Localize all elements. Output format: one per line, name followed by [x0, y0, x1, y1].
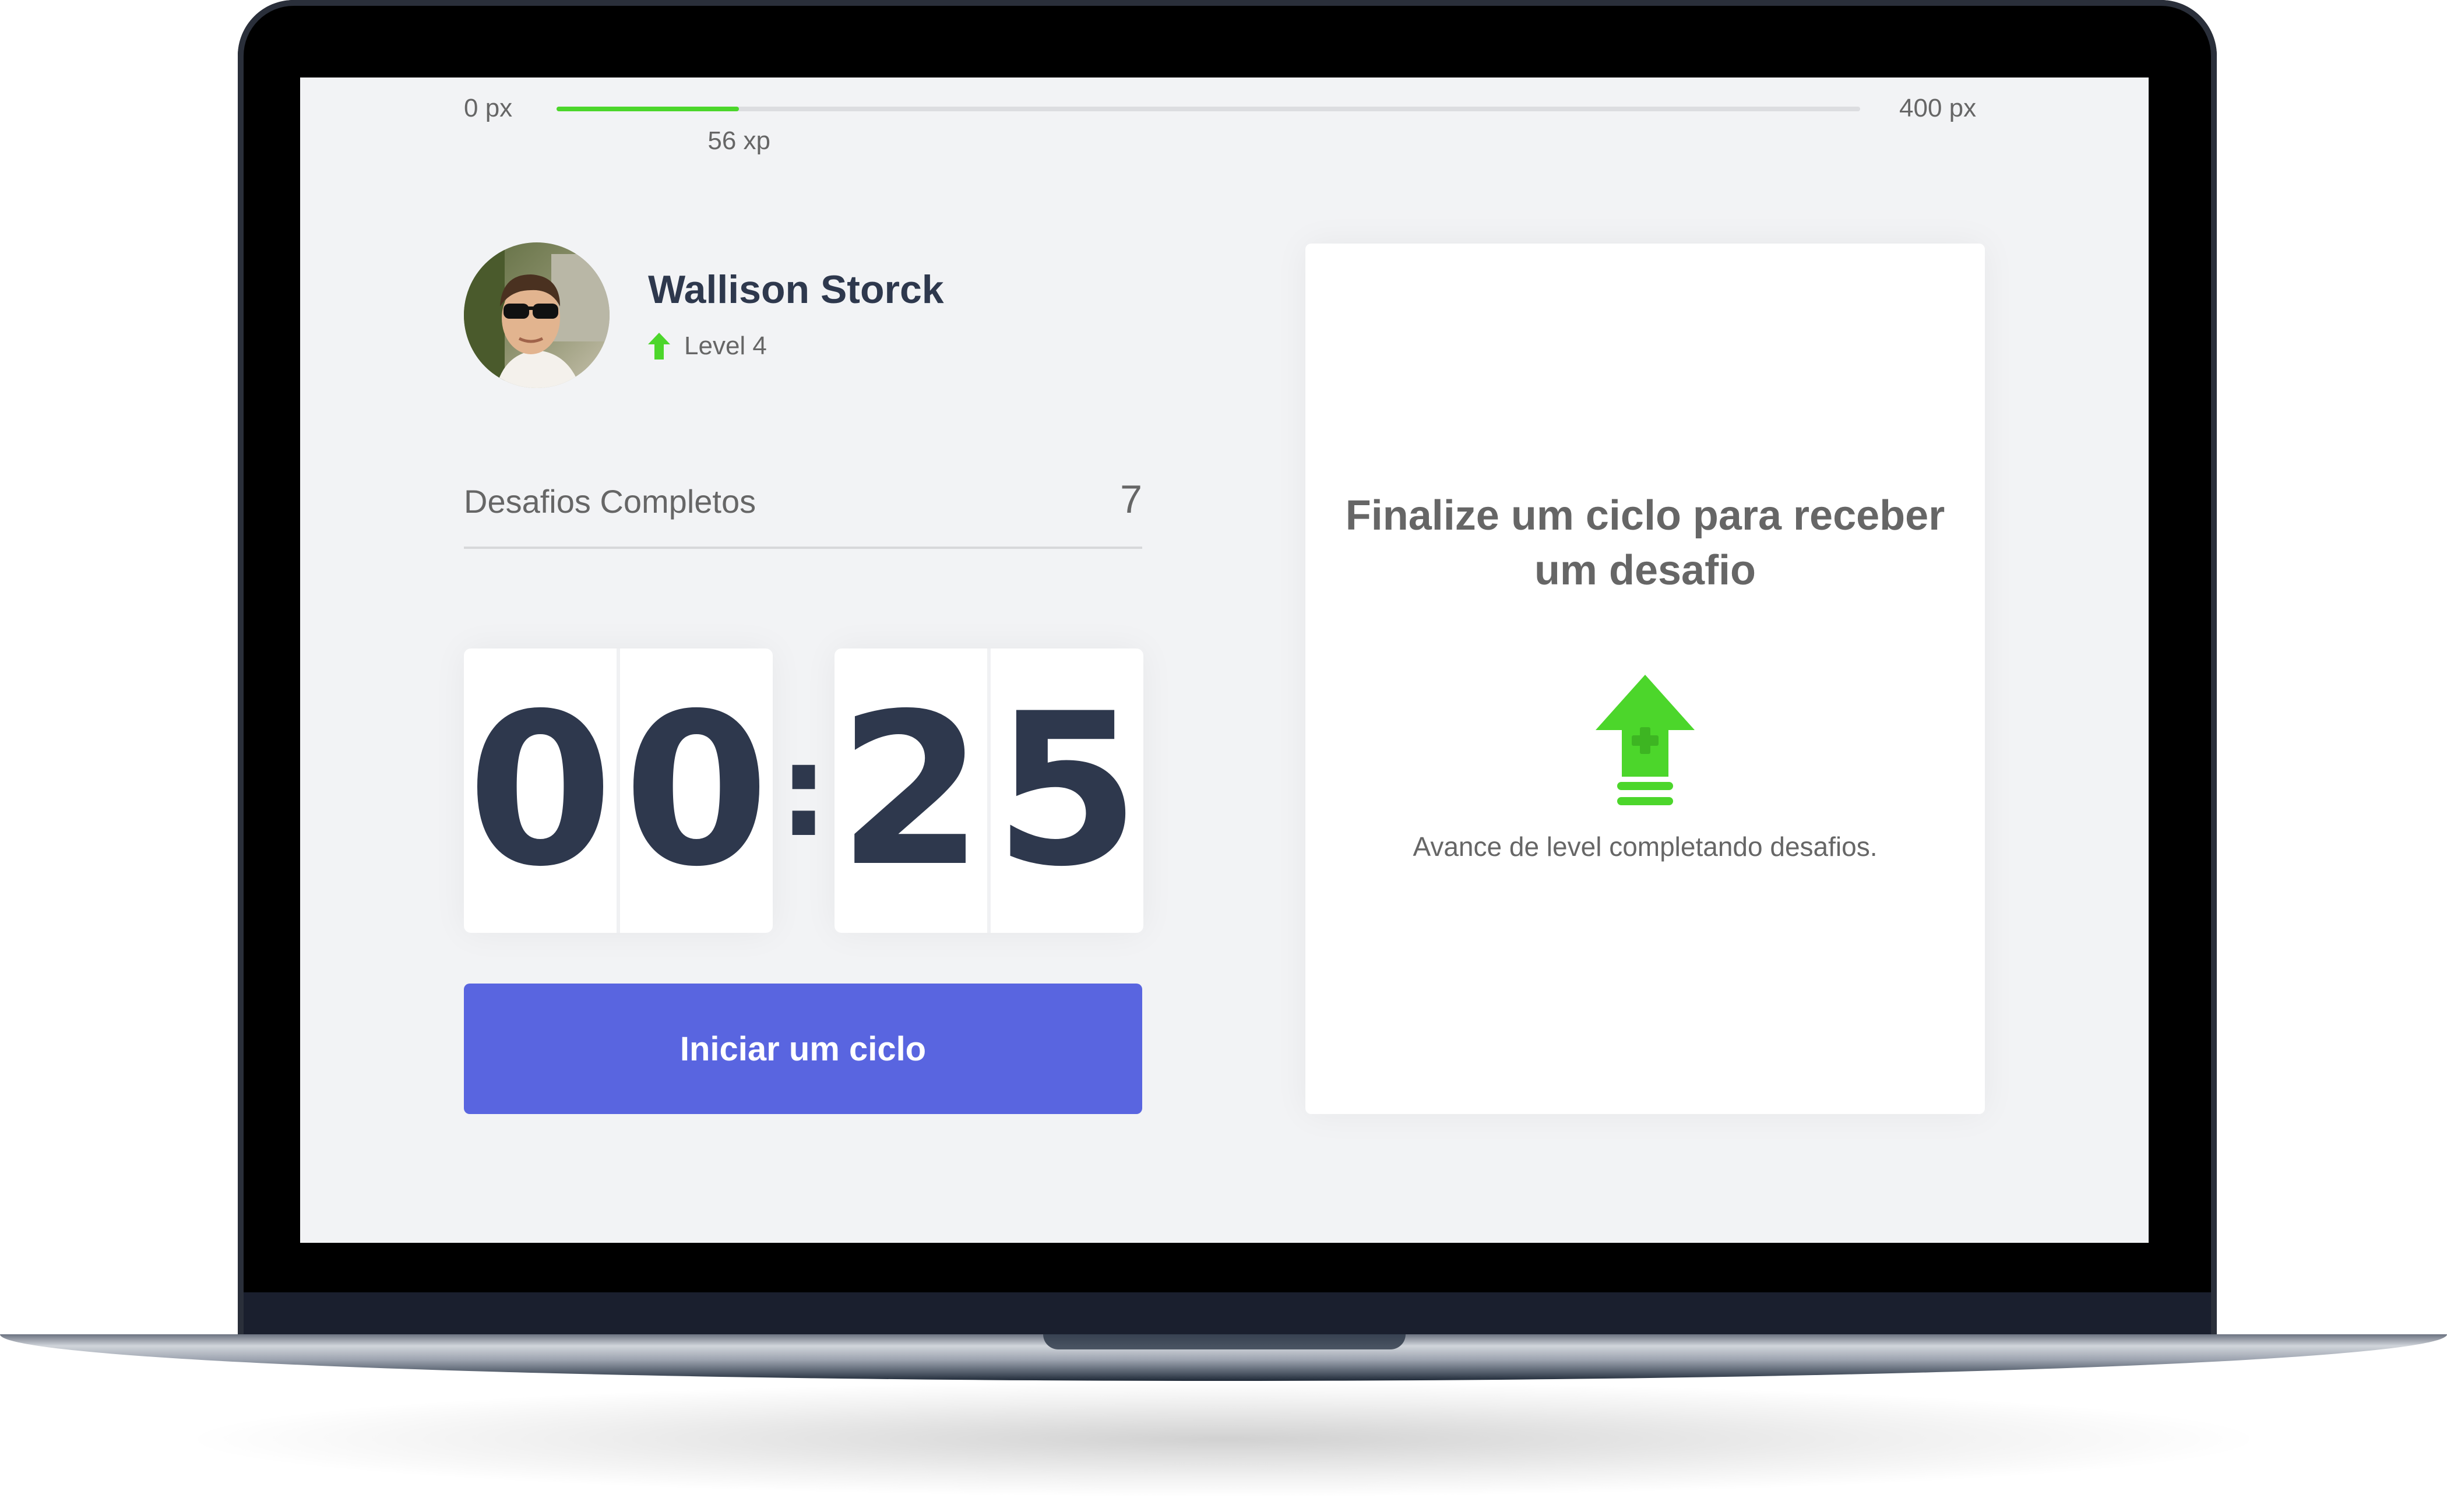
start-cycle-button[interactable]: Iniciar um ciclo: [464, 984, 1142, 1114]
level-up-icon: [1596, 675, 1695, 805]
level-arrow-up-icon: [648, 333, 670, 360]
challenge-box: Finalize um ciclo para receber um desafi…: [1305, 244, 1985, 1114]
avatar: [464, 242, 610, 388]
profile-name: Wallison Storck: [648, 267, 944, 312]
laptop-shadow: [175, 1381, 2273, 1497]
countdown-seconds: 2 5: [835, 648, 1143, 933]
level-label: Level 4: [684, 332, 767, 360]
laptop-chin: [244, 1292, 2211, 1340]
completed-challenges-label: Desafios Completos: [464, 483, 756, 520]
completed-challenges: Desafios Completos 7: [464, 472, 1142, 549]
countdown: 0 0 : 2 5: [464, 648, 1143, 933]
minute-digit-right: 0: [623, 668, 770, 912]
xp-max-label: 400 px: [1899, 94, 1977, 122]
laptop-notch: [1043, 1334, 1406, 1349]
xp-fill: [557, 107, 740, 111]
app-screen: 0 px 56 xp 400 px Wallison Storck Level …: [300, 77, 2149, 1243]
xp-track: [557, 107, 1860, 111]
countdown-separator: :: [778, 716, 829, 865]
challenge-box-title: Finalize um ciclo para receber um desafi…: [1345, 492, 1945, 594]
xp-min-label: 0 px: [464, 94, 513, 122]
level-row: Level 4: [648, 330, 767, 362]
experience-bar: 0 px 56 xp 400 px: [300, 77, 2149, 171]
minute-digit-left: 0: [464, 648, 620, 933]
completed-challenges-count: 7: [1120, 477, 1142, 521]
second-digit-right: 5: [994, 668, 1140, 912]
xp-current-label: 56 xp: [707, 126, 770, 155]
second-digit-left: 2: [835, 648, 991, 933]
countdown-minutes: 0 0: [464, 648, 773, 933]
challenge-box-hint: Avance de level completando desafios.: [1413, 831, 1878, 862]
